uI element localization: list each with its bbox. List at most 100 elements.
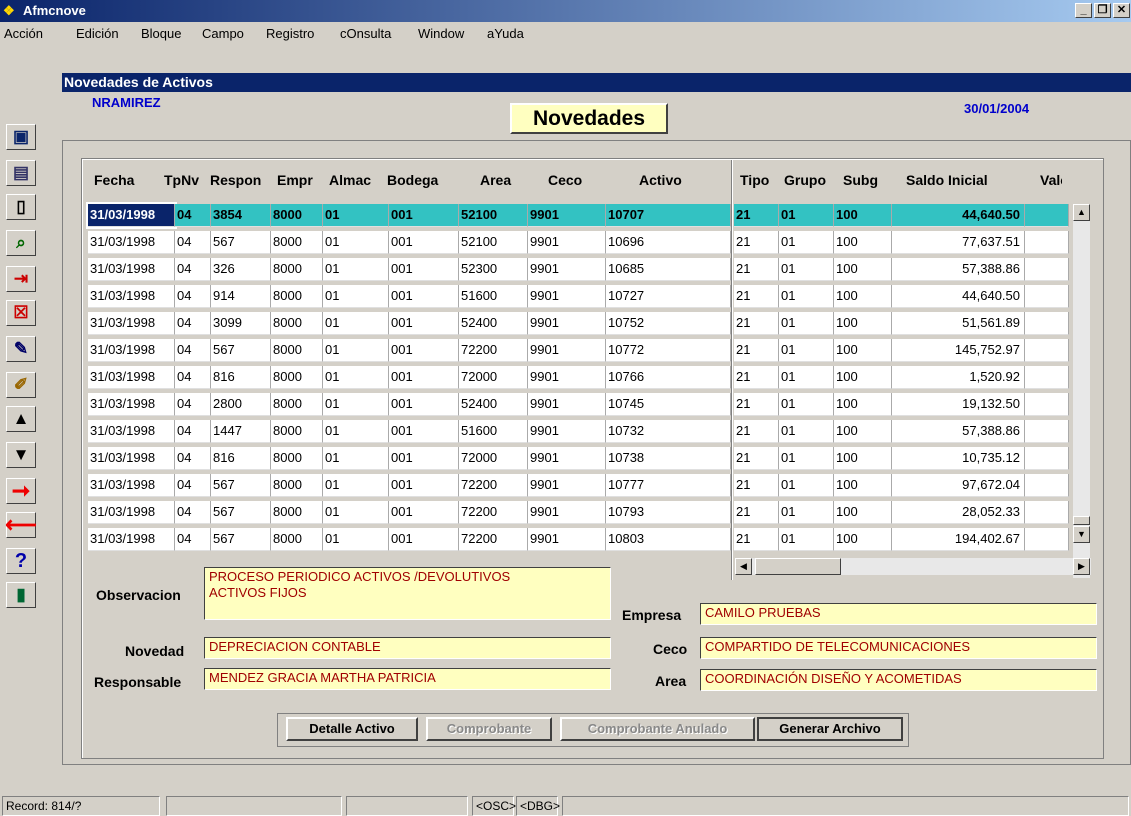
cell-area[interactable]: 72200 <box>459 528 528 551</box>
scroll-up-icon[interactable]: ▲ <box>1073 204 1090 221</box>
cell-tpnv[interactable]: 04 <box>175 501 211 524</box>
cell-grupo[interactable]: 01 <box>779 285 834 308</box>
cell-tipo[interactable]: 21 <box>734 258 779 281</box>
cell-ceco[interactable]: 9901 <box>528 231 606 254</box>
cell-tpnv[interactable]: 04 <box>175 312 211 335</box>
cell-area[interactable]: 72000 <box>459 366 528 389</box>
cell-tpnv[interactable]: 04 <box>175 447 211 470</box>
scroll-down-icon[interactable]: ▼ <box>1073 526 1090 543</box>
cell-valor[interactable] <box>1025 366 1069 389</box>
cell-activo[interactable]: 10766 <box>606 366 731 389</box>
cell-activo[interactable]: 10772 <box>606 339 731 362</box>
cell-ceco[interactable]: 9901 <box>528 501 606 524</box>
cell-fecha[interactable]: 31/03/1998 <box>88 339 175 362</box>
cell-subg[interactable]: 100 <box>834 501 892 524</box>
cell-ceco[interactable]: 9901 <box>528 285 606 308</box>
cell-valor[interactable] <box>1025 420 1069 443</box>
form-icon[interactable]: ▤ <box>6 160 36 186</box>
cell-bodega[interactable]: 001 <box>389 366 459 389</box>
cell-tpnv[interactable]: 04 <box>175 474 211 497</box>
cell-almac[interactable]: 01 <box>323 231 389 254</box>
cell-activo[interactable]: 10732 <box>606 420 731 443</box>
cell-respon[interactable]: 3099 <box>211 312 271 335</box>
cell-fecha[interactable]: 31/03/1998 <box>86 202 177 229</box>
cell-almac[interactable]: 01 <box>323 447 389 470</box>
comprobante-button[interactable]: Comprobante <box>426 717 552 741</box>
cell-activo[interactable]: 10707 <box>606 204 731 227</box>
cell-respon[interactable]: 3854 <box>211 204 271 227</box>
cell-respon[interactable]: 2800 <box>211 393 271 416</box>
cell-tipo[interactable]: 21 <box>734 420 779 443</box>
cell-subg[interactable]: 100 <box>834 285 892 308</box>
menu-accion[interactable]: Acción <box>4 26 43 41</box>
cell-bodega[interactable]: 001 <box>389 204 459 227</box>
next-record-icon[interactable]: ▼ <box>6 442 36 468</box>
cell-area[interactable]: 51600 <box>459 420 528 443</box>
menu-ayuda[interactable]: aYuda <box>487 26 524 41</box>
cell-ceco[interactable]: 9901 <box>528 474 606 497</box>
cell-valor[interactable] <box>1025 528 1069 551</box>
cell-fecha[interactable]: 31/03/1998 <box>88 366 175 389</box>
area-field[interactable]: COORDINACIÓN DISEÑO Y ACOMETIDAS <box>700 669 1097 691</box>
cell-tipo[interactable]: 21 <box>734 474 779 497</box>
cell-area[interactable]: 72200 <box>459 339 528 362</box>
cell-grupo[interactable]: 01 <box>779 501 834 524</box>
cell-grupo[interactable]: 01 <box>779 447 834 470</box>
cell-respon[interactable]: 567 <box>211 528 271 551</box>
cell-saldo-inicial[interactable]: 1,520.92 <box>892 366 1025 389</box>
cell-ceco[interactable]: 9901 <box>528 393 606 416</box>
cell-ceco[interactable]: 9901 <box>528 339 606 362</box>
cell-valor[interactable] <box>1025 474 1069 497</box>
menu-consulta[interactable]: cOnsulta <box>340 26 391 41</box>
cell-valor[interactable] <box>1025 393 1069 416</box>
cell-fecha[interactable]: 31/03/1998 <box>88 420 175 443</box>
cell-bodega[interactable]: 001 <box>389 312 459 335</box>
cell-bodega[interactable]: 001 <box>389 420 459 443</box>
cell-tipo[interactable]: 21 <box>734 447 779 470</box>
save-icon[interactable]: ▣ <box>6 124 36 150</box>
ceco-field[interactable]: COMPARTIDO DE TELECOMUNICACIONES <box>700 637 1097 659</box>
cell-activo[interactable]: 10803 <box>606 528 731 551</box>
scroll-right-icon[interactable]: ▶ <box>1073 558 1090 575</box>
cell-activo[interactable]: 10685 <box>606 258 731 281</box>
cell-area[interactable]: 52400 <box>459 312 528 335</box>
delete-record-icon[interactable]: ☒ <box>6 300 36 326</box>
cell-saldo-inicial[interactable]: 28,052.33 <box>892 501 1025 524</box>
clipboard-icon[interactable]: ▯ <box>6 194 36 220</box>
cell-respon[interactable]: 567 <box>211 339 271 362</box>
cell-activo[interactable]: 10793 <box>606 501 731 524</box>
cell-tipo[interactable]: 21 <box>734 501 779 524</box>
cell-activo[interactable]: 10745 <box>606 393 731 416</box>
cell-bodega[interactable]: 001 <box>389 447 459 470</box>
cell-empr[interactable]: 8000 <box>271 366 323 389</box>
cell-grupo[interactable]: 01 <box>779 339 834 362</box>
comprobante-anulado-button[interactable]: Comprobante Anulado <box>560 717 755 741</box>
close-button[interactable]: ✕ <box>1113 3 1130 18</box>
menu-registro[interactable]: Registro <box>266 26 314 41</box>
cell-almac[interactable]: 01 <box>323 393 389 416</box>
cell-fecha[interactable]: 31/03/1998 <box>88 285 175 308</box>
cell-saldo-inicial[interactable]: 194,402.67 <box>892 528 1025 551</box>
cell-grupo[interactable]: 01 <box>779 393 834 416</box>
cell-fecha[interactable]: 31/03/1998 <box>88 312 175 335</box>
generar-archivo-button[interactable]: Generar Archivo <box>757 717 903 741</box>
cell-area[interactable]: 52300 <box>459 258 528 281</box>
cell-activo[interactable]: 10752 <box>606 312 731 335</box>
cell-empr[interactable]: 8000 <box>271 312 323 335</box>
cell-activo[interactable]: 10727 <box>606 285 731 308</box>
cell-fecha[interactable]: 31/03/1998 <box>88 231 175 254</box>
cell-saldo-inicial[interactable]: 51,561.89 <box>892 312 1025 335</box>
cell-respon[interactable]: 567 <box>211 501 271 524</box>
cell-tipo[interactable]: 21 <box>734 393 779 416</box>
cell-almac[interactable]: 01 <box>323 366 389 389</box>
cell-ceco[interactable]: 9901 <box>528 312 606 335</box>
cell-empr[interactable]: 8000 <box>271 393 323 416</box>
cell-fecha[interactable]: 31/03/1998 <box>88 393 175 416</box>
cell-grupo[interactable]: 01 <box>779 258 834 281</box>
cell-almac[interactable]: 01 <box>323 474 389 497</box>
insert-record-icon[interactable]: ⇥ <box>6 266 36 292</box>
cell-valor[interactable] <box>1025 204 1069 227</box>
cell-empr[interactable]: 8000 <box>271 339 323 362</box>
cell-tipo[interactable]: 21 <box>734 204 779 227</box>
cell-ceco[interactable]: 9901 <box>528 447 606 470</box>
